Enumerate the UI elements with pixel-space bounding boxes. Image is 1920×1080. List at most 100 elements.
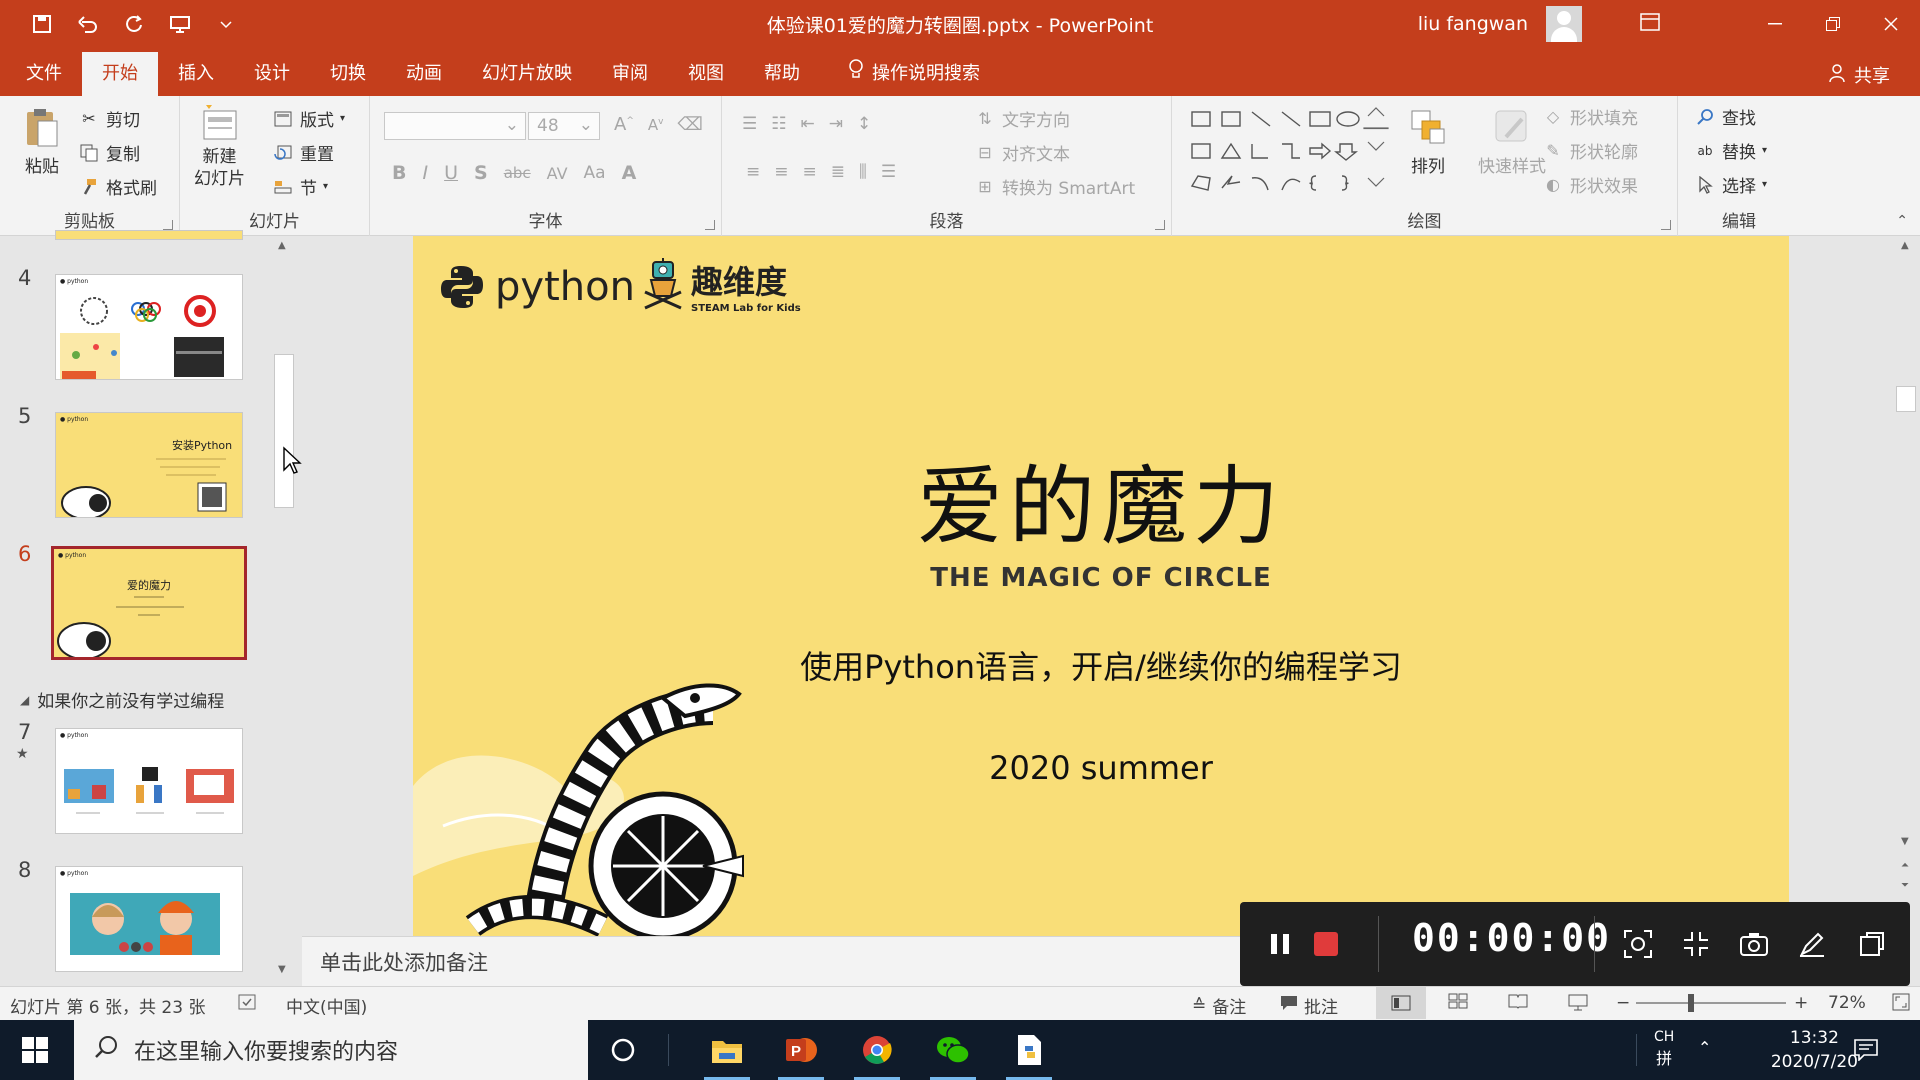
justify-icon[interactable]: ≣ <box>831 162 845 182</box>
new-slide-button[interactable]: 新建 幻灯片 <box>194 102 245 190</box>
drawing-launcher-icon[interactable] <box>1661 220 1671 230</box>
align-center-icon[interactable]: ≡ <box>774 162 788 182</box>
strikethrough-icon[interactable]: abc <box>504 164 531 182</box>
notes-toggle-button[interactable]: ≙ 备注 <box>1192 993 1246 1019</box>
underline-icon[interactable]: U <box>444 162 458 184</box>
tab-review[interactable]: 审阅 <box>592 52 668 92</box>
slide-subtitle[interactable]: THE MAGIC OF CIRCLE <box>413 563 1789 593</box>
tab-design[interactable]: 设计 <box>234 52 310 92</box>
screenshot-button[interactable] <box>1734 924 1774 964</box>
character-spacing-icon[interactable]: AV <box>547 164 568 183</box>
cut-button[interactable]: ✂ 剪切 <box>78 106 140 131</box>
restore-icon[interactable] <box>1804 0 1862 48</box>
find-button[interactable]: 查找 <box>1694 104 1756 129</box>
undo-icon[interactable] <box>74 10 102 38</box>
slide-sorter-icon[interactable] <box>1448 993 1468 1009</box>
taskbar-app-powerpoint[interactable]: P <box>770 1020 832 1080</box>
select-button[interactable]: 选择 ▾ <box>1694 172 1767 197</box>
slide-thumbnail-partial[interactable] <box>55 230 243 240</box>
taskbar-app-chrome[interactable] <box>846 1020 908 1080</box>
replace-button[interactable]: ab 替换 ▾ <box>1694 138 1768 163</box>
decrease-indent-icon[interactable]: ⇤ <box>801 114 815 134</box>
slide-scrollbar[interactable]: ▲ ▼ ⏶ ⏷ <box>1894 236 1918 984</box>
zoom-slider-thumb[interactable] <box>1688 994 1694 1012</box>
notes-pane[interactable]: 单击此处添加备注 <box>302 936 1242 986</box>
quick-styles-button[interactable]: 快速样式 <box>1478 106 1546 177</box>
tab-transitions[interactable]: 切换 <box>310 52 386 92</box>
annotate-pen-button[interactable] <box>1792 924 1832 964</box>
paste-button[interactable]: 粘贴 <box>22 106 62 177</box>
align-right-icon[interactable]: ≡ <box>803 162 817 182</box>
zoom-slider[interactable] <box>1636 994 1786 1012</box>
shape-fill-button[interactable]: ◇ 形状填充 <box>1542 104 1638 129</box>
zoom-out-icon[interactable]: − <box>1616 993 1630 1013</box>
scroll-thumb[interactable] <box>1896 386 1916 412</box>
taskbar-app-file-explorer[interactable] <box>696 1020 758 1080</box>
shape-effects-button[interactable]: ◐ 形状效果 <box>1542 172 1638 197</box>
pause-button[interactable] <box>1260 924 1300 964</box>
tell-me-search[interactable]: 操作说明搜索 <box>828 52 1000 92</box>
collapse-ribbon-icon[interactable]: ⌃ <box>1896 213 1908 229</box>
present-from-start-icon[interactable] <box>166 10 194 38</box>
tab-slideshow[interactable]: 幻灯片放映 <box>462 52 592 92</box>
text-direction-button[interactable]: ⇅ 文字方向 <box>974 106 1070 131</box>
arrange-button[interactable]: 排列 <box>1408 106 1448 177</box>
customize-toolbar-icon[interactable] <box>212 10 240 38</box>
language-indicator[interactable]: 中文(中国) <box>286 993 367 1018</box>
bullets-icon[interactable]: ☰ <box>742 114 757 134</box>
section-header[interactable]: ◢ 如果你之前没有学过编程 <box>20 687 224 712</box>
font-size-combo[interactable]: 48 ⌄ <box>528 112 600 140</box>
minimize-icon[interactable] <box>1746 0 1804 48</box>
show-hidden-icons-icon[interactable]: ⌃ <box>1698 1038 1711 1057</box>
paragraph-launcher-icon[interactable] <box>1155 220 1165 230</box>
increase-font-icon[interactable]: A^ <box>614 114 634 135</box>
action-center-button[interactable] <box>1838 1020 1894 1080</box>
zoom-in-icon[interactable]: + <box>1794 993 1808 1013</box>
save-icon[interactable] <box>28 10 56 38</box>
avatar[interactable] <box>1546 6 1582 42</box>
scroll-down-icon[interactable]: ▼ <box>278 964 286 975</box>
fit-to-window-icon[interactable] <box>1892 993 1910 1011</box>
scroll-thumb[interactable] <box>274 354 294 508</box>
bold-icon[interactable]: B <box>392 162 406 184</box>
format-painter-button[interactable]: 格式刷 <box>78 174 157 199</box>
next-slide-icon[interactable]: ⏷ <box>1901 880 1909 891</box>
scroll-up-icon[interactable]: ▲ <box>278 240 286 251</box>
tab-home[interactable]: 开始 <box>82 52 158 96</box>
copy-button[interactable]: 复制 <box>78 140 140 165</box>
taskbar-app-python-file[interactable] <box>998 1020 1060 1080</box>
close-icon[interactable] <box>1862 0 1920 48</box>
tab-animations[interactable]: 动画 <box>386 52 462 92</box>
align-text-button[interactable]: ⊟ 对齐文本 <box>974 140 1070 165</box>
section-button[interactable]: 节 ▾ <box>272 174 328 199</box>
shadow-icon[interactable]: S <box>474 162 488 184</box>
shape-outline-button[interactable]: ✎ 形状轮廓 <box>1542 138 1638 163</box>
change-case-icon[interactable]: Aa <box>584 163 606 183</box>
increase-indent-icon[interactable]: ⇥ <box>829 114 843 134</box>
numbering-icon[interactable]: ☷ <box>771 114 786 134</box>
tab-view[interactable]: 视图 <box>668 52 744 92</box>
redo-icon[interactable] <box>120 10 148 38</box>
clipboard-launcher-icon[interactable] <box>163 220 173 230</box>
font-name-combo[interactable]: ⌄ <box>384 112 526 140</box>
tab-insert[interactable]: 插入 <box>158 52 234 92</box>
slide-thumbnail-5[interactable]: ● python 安装Python <box>55 412 243 518</box>
layout-button[interactable]: 版式 ▾ <box>272 106 345 131</box>
share-button[interactable]: 共享 <box>1828 62 1890 88</box>
accessibility-icon[interactable] <box>238 993 256 1011</box>
reading-view-icon[interactable] <box>1508 993 1528 1009</box>
slideshow-view-icon[interactable] <box>1568 993 1588 1011</box>
convert-smartart-button[interactable]: ⊞ 转换为 SmartArt <box>974 174 1135 199</box>
slide-thumbnail-8[interactable]: ● python <box>55 866 243 972</box>
align-left-icon[interactable]: ≡ <box>746 162 760 182</box>
clear-format-icon[interactable]: ⌫ <box>677 114 702 135</box>
zoom-level[interactable]: 72% <box>1828 993 1866 1013</box>
taskbar-search-box[interactable]: 在这里输入你要搜索的内容 <box>74 1020 588 1080</box>
scroll-down-icon[interactable]: ▼ <box>1901 836 1909 847</box>
current-slide[interactable]: python 趣维度 STEAM Lab for Kids 爱的魔力 THE M… <box>413 236 1789 936</box>
comments-toggle-button[interactable]: 批注 <box>1280 993 1338 1018</box>
thumbnails-scrollbar[interactable]: ▲ ▼ <box>272 236 294 984</box>
scroll-up-icon[interactable]: ▲ <box>1901 240 1909 251</box>
cortana-button[interactable] <box>592 1020 654 1080</box>
tab-file[interactable]: 文件 <box>0 52 82 92</box>
